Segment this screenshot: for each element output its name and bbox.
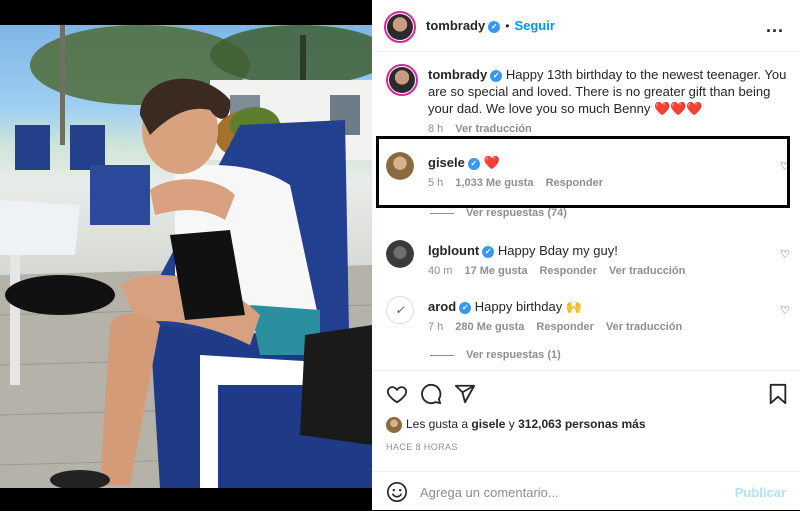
comment-likes-count[interactable]: 17 Me gusta bbox=[464, 265, 527, 277]
verified-badge-icon: ✓ bbox=[459, 301, 472, 314]
likes-prefix: Les gusta a bbox=[406, 417, 469, 432]
bookmark-icon[interactable] bbox=[768, 383, 788, 405]
publish-button[interactable]: Publicar bbox=[735, 485, 786, 500]
comment-reply-button[interactable]: Responder bbox=[536, 321, 593, 333]
comment-translate-link[interactable]: Ver traducción bbox=[606, 321, 682, 333]
highlight-box bbox=[376, 136, 790, 208]
verified-badge-icon: ✓ bbox=[488, 20, 501, 33]
comment-like-icon[interactable]: ♡ bbox=[780, 248, 790, 261]
comment-text: Happy birthday 🙌 bbox=[474, 299, 583, 314]
more-options-icon[interactable]: ... bbox=[766, 16, 784, 37]
likes-summary: Les gusta a gisele y 312,063 personas má… bbox=[386, 417, 646, 433]
view-replies-link[interactable]: Ver respuestas (74) bbox=[430, 207, 567, 219]
speech-bubble-icon[interactable] bbox=[420, 383, 442, 405]
commenter-avatar[interactable]: ✓ bbox=[386, 296, 414, 324]
comment-likes-count[interactable]: 280 Me gusta bbox=[455, 321, 524, 333]
comment-body: lgblount ✓ Happy Bday my guy! 40 m 17 Me g… bbox=[428, 242, 768, 277]
likes-user[interactable]: gisele bbox=[471, 417, 505, 431]
comment-text-line: arod ✓ Happy birthday 🙌 bbox=[428, 298, 768, 315]
caption-translate-link[interactable]: Ver traducción bbox=[455, 123, 531, 135]
comment-translate-link[interactable]: Ver traducción bbox=[609, 265, 685, 277]
liker-avatar bbox=[386, 417, 402, 433]
comment-time: 40 m bbox=[428, 265, 453, 277]
comment-meta: 7 h 280 Me gusta Responder Ver traducción bbox=[428, 321, 768, 333]
comment-like-icon[interactable]: ♡ bbox=[780, 304, 790, 317]
verified-badge-icon: ✓ bbox=[490, 69, 503, 82]
caption-avatar-image bbox=[389, 67, 415, 93]
comment-input[interactable]: Agrega un comentario... bbox=[420, 485, 559, 500]
post-timestamp: HACE 8 HORAS bbox=[386, 442, 458, 452]
photo-illustration bbox=[0, 25, 372, 488]
comment-username[interactable]: arod bbox=[428, 299, 456, 314]
post-actions: Les gusta a gisele y 312,063 personas má… bbox=[372, 370, 800, 510]
author-avatar[interactable] bbox=[384, 11, 416, 43]
view-replies-label: Ver respuestas (74) bbox=[466, 207, 567, 219]
comment-text: Happy Bday my guy! bbox=[497, 243, 618, 258]
comment-text-line: lgblount ✓ Happy Bday my guy! bbox=[428, 242, 768, 259]
comment-time: 7 h bbox=[428, 321, 444, 333]
paper-plane-icon[interactable] bbox=[454, 383, 476, 405]
post-sidebar: tombrady ✓ • Seguir ... tombrady ✓ Happy 13t… bbox=[372, 0, 800, 510]
post-photo[interactable] bbox=[0, 25, 372, 488]
view-replies-link[interactable]: Ver respuestas (1) bbox=[430, 349, 561, 361]
caption-meta: 8 h Ver traducción bbox=[428, 123, 788, 135]
screenshot-frame: tombrady ✓ • Seguir ... tombrady ✓ Happy 13t… bbox=[0, 0, 800, 510]
caption-body: tombrady ✓ Happy 13th birthday to the new… bbox=[428, 66, 788, 135]
comment-composer: Agrega un comentario... Publicar bbox=[372, 471, 800, 511]
heart-outline-icon[interactable] bbox=[386, 383, 408, 405]
comment-body: arod ✓ Happy birthday 🙌 7 h 280 Me gusta Re… bbox=[428, 298, 768, 333]
author-avatar-image bbox=[387, 14, 413, 40]
verified-badge-icon: ✓ bbox=[482, 245, 495, 258]
comment-username[interactable]: lgblount bbox=[428, 243, 479, 258]
header-user-line: tombrady ✓ • Seguir bbox=[426, 18, 555, 33]
replies-divider bbox=[430, 354, 454, 356]
author-username[interactable]: tombrady bbox=[426, 18, 485, 33]
caption-text-line: tombrady ✓ Happy 13th birthday to the new… bbox=[428, 66, 788, 117]
comment-reply-button[interactable]: Responder bbox=[539, 265, 596, 277]
likes-middle: y bbox=[508, 417, 515, 432]
likes-count[interactable]: 312,063 personas más bbox=[518, 417, 645, 431]
follow-button[interactable]: Seguir bbox=[514, 18, 554, 33]
commenter-avatar-image bbox=[386, 240, 414, 268]
view-replies-label: Ver respuestas (1) bbox=[466, 349, 561, 361]
commenter-avatar[interactable] bbox=[386, 240, 414, 268]
replies-divider bbox=[430, 212, 454, 214]
post-header: tombrady ✓ • Seguir ... bbox=[372, 0, 800, 52]
separator-dot: • bbox=[505, 19, 510, 33]
caption-username[interactable]: tombrady bbox=[428, 67, 487, 82]
caption-time: 8 h bbox=[428, 123, 444, 135]
caption-avatar[interactable] bbox=[386, 64, 418, 96]
commenter-avatar-logo: ✓ bbox=[387, 297, 413, 323]
smiley-icon[interactable] bbox=[386, 481, 408, 503]
comment-meta: 40 m 17 Me gusta Responder Ver traducción bbox=[428, 265, 768, 277]
